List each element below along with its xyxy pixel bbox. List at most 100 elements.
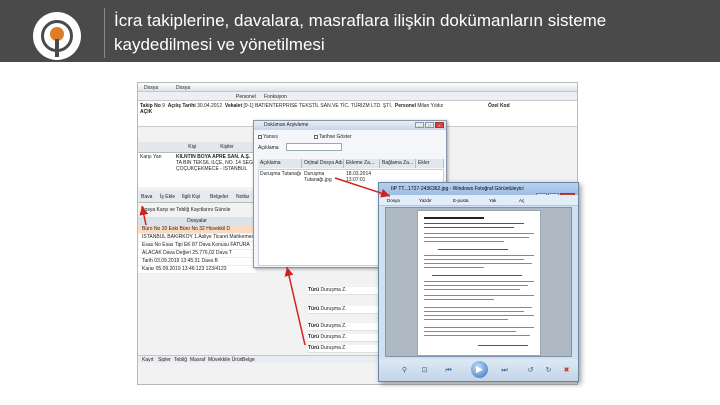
grid-row-5[interactable]: Tarih 03.09.2019 13:45:31 Dava B: [138, 258, 256, 266]
dialog-title: Doküman Arşivleme: [264, 122, 309, 128]
list-type-label: Türü: [308, 334, 320, 340]
personel-label: Personel: [394, 103, 416, 109]
viewer-title: IIP TT...1727-2436362.jpg - Windows Foto…: [391, 186, 524, 192]
photo-viewer-window: IIP TT...1727-2436362.jpg - Windows Foto…: [378, 182, 579, 382]
chk-yansis[interactable]: Yansıs: [258, 134, 278, 140]
btn-notlar[interactable]: Notlar: [236, 194, 249, 200]
row-dosya-adi-2: Tutanağı.jpg: [304, 177, 332, 183]
btn-ilgili-kisi[interactable]: İlgili Kişi: [182, 194, 200, 200]
list-type-value: Duruşma Z.: [320, 334, 347, 340]
rotate-left-icon[interactable]: ↺: [525, 365, 536, 376]
menu-dosya-2[interactable]: Dosya: [176, 85, 190, 91]
karsi-tebligi-link[interactable]: Dosya Karşı ve Tebliğ Kayıtlarını Güncle: [141, 207, 230, 213]
slideshow-icon[interactable]: ▶: [471, 361, 488, 378]
menu-bar: Dosya Dosya: [138, 83, 577, 92]
viewer-menu-yak[interactable]: Yak: [489, 198, 496, 203]
karsi-yan-label: Karşı Yan: [140, 154, 162, 160]
acilis-label: Açılış Tarihi: [167, 103, 196, 109]
grid-row-6[interactable]: Karar 05.09.2019 13:46:123 123/4123: [138, 266, 256, 274]
link-masraf[interactable]: Masraf: [190, 357, 205, 363]
kisiler-label: Kişiler: [220, 144, 234, 150]
toolbar-fonksiyon[interactable]: Fonksiyon: [264, 94, 287, 100]
col-baglama[interactable]: Bağlama Za...: [380, 159, 416, 168]
rotate-right-icon[interactable]: ↻: [543, 365, 554, 376]
viewer-menu-ac[interactable]: Aç: [519, 198, 524, 203]
col-ekleme[interactable]: Ekleme Za...: [344, 159, 380, 168]
actual-size-icon[interactable]: ⊡: [419, 365, 430, 376]
grid-row-3[interactable]: Esas No Esas Tipi EK 87 Dava Konusu FATU…: [138, 242, 256, 250]
checkbox-icon: [258, 134, 262, 139]
party-address-2: ÇOÇUKÇEKMECE - İSTANBUL: [176, 166, 248, 172]
list-type-value: Duruşma Z.: [320, 306, 347, 312]
right-list-item[interactable]: Türü Duruşma Z.: [308, 287, 380, 295]
right-list-item[interactable]: Türü Duruşma Z.: [308, 334, 380, 342]
ozel-kod-label: Özel Kod: [488, 103, 510, 109]
takip-value: 9: [162, 103, 165, 109]
personel-value: Milan Yıldız: [417, 103, 444, 109]
chk-tarihse-goster[interactable]: Tarihse Göster: [314, 134, 352, 140]
grid-row-4[interactable]: ALACAK Dava Değeri 25.776,02 Dava T: [138, 250, 256, 258]
previous-icon[interactable]: ⏮: [443, 365, 454, 376]
list-type-value: Duruşma Z.: [320, 287, 347, 293]
slide: İcra takiplerine, davalara, masraflara i…: [0, 0, 720, 405]
toolbar-personel[interactable]: Personel: [236, 94, 256, 100]
checkbox-icon: [314, 134, 318, 139]
list-type-value: Duruşma Z.: [320, 345, 347, 351]
grid-row-2[interactable]: İSTANBUL BAKIRKÖY 1.Asliye Ticaret Mahke…: [138, 234, 256, 242]
zoom-icon[interactable]: ⚲: [399, 365, 410, 376]
close-icon[interactable]: ×: [435, 122, 444, 128]
list-type-label: Türü: [308, 306, 320, 312]
dialog-controls: – □ ×: [414, 122, 444, 129]
link-sipler[interactable]: Sipler: [158, 357, 171, 363]
list-type-value: Duruşma Z.: [320, 323, 347, 329]
link-belge[interactable]: Belge: [242, 357, 255, 363]
slide-header: İcra takiplerine, davalara, masraflara i…: [0, 0, 720, 62]
party-pane: Karşı Yan KİLNTİN BOYA APRE SAN. A.Ş. TA…: [138, 153, 256, 187]
col-aciklama[interactable]: Açıklama: [258, 159, 302, 168]
col-ekler[interactable]: Ekler: [416, 159, 444, 168]
vekalet-value: [9-1]: [243, 103, 254, 109]
vekalet-label: Vekalet: [224, 103, 243, 109]
right-list-item[interactable]: Türü Duruşma Z.: [308, 323, 380, 331]
viewer-menu: Dosya Yazdır E-posta Yak Aç: [379, 195, 578, 206]
logo-icon: [33, 12, 81, 60]
delete-icon[interactable]: ✖: [561, 365, 572, 376]
row-aciklama[interactable]: Duruşma Tutanağı: [260, 171, 301, 177]
row-ekleme-2: 13:07:01: [346, 177, 366, 183]
col-dosya-adi[interactable]: Orjinal Dosya Adı: [302, 159, 344, 168]
header-divider: [104, 8, 105, 58]
list-type-label: Türü: [308, 345, 320, 351]
btn-belgeler[interactable]: Belgeler: [210, 194, 228, 200]
toolbar: Personel Fonksiyon: [138, 92, 577, 101]
list-type-label: Türü: [308, 287, 320, 293]
aciklama-input[interactable]: [286, 143, 342, 151]
minimize-icon[interactable]: –: [415, 122, 424, 128]
right-list-item[interactable]: Türü Duruşma Z.: [308, 345, 380, 353]
menu-dosya[interactable]: Dosya: [144, 85, 158, 91]
btn-bava[interactable]: Bava: [141, 194, 152, 200]
link-muvekkile-urun[interactable]: Müvekkile Ürün: [208, 357, 242, 363]
chk-tarihse-label: Tarihse Göster: [319, 134, 352, 140]
next-icon[interactable]: ⏭: [499, 365, 510, 376]
aciklama-label: Açıklama: [258, 145, 279, 151]
link-teblig[interactable]: Tebliğ: [174, 357, 187, 363]
grid-row-1[interactable]: Büro No 20 Eski Büro No 32 Hüvekkil D: [138, 226, 256, 234]
viewer-bottom-bar: ⚲ ⊡ ⏮ ▶ ⏭ ↺ ↻ ✖: [379, 359, 578, 381]
durum-value: AÇIK: [140, 109, 153, 115]
dosyalar-header: Dosyalar: [138, 217, 256, 226]
viewer-menu-eposta[interactable]: E-posta: [453, 198, 469, 203]
kisiler-tab[interactable]: Kişiler: [198, 142, 256, 153]
btn-is-ekle[interactable]: İş Ekle: [160, 194, 175, 200]
maximize-icon[interactable]: □: [425, 122, 434, 128]
acilis-value: 30.04.2012: [197, 103, 223, 109]
slide-title: İcra takiplerine, davalara, masraflara i…: [114, 11, 607, 54]
scanned-document-image: [417, 210, 541, 356]
list-type-label: Türü: [308, 323, 320, 329]
chk-yansis-label: Yansıs: [263, 134, 278, 140]
viewer-menu-dosya[interactable]: Dosya: [387, 198, 400, 203]
viewer-image-area: [385, 207, 572, 357]
link-kayit[interactable]: Kayıt: [142, 357, 153, 363]
right-list-item[interactable]: Türü Duruşma Z.: [308, 306, 380, 314]
action-bar: Bava İş Ekle İlgili Kişi Belgeler Notlar: [138, 191, 256, 203]
viewer-menu-yazdir[interactable]: Yazdır: [419, 198, 432, 203]
